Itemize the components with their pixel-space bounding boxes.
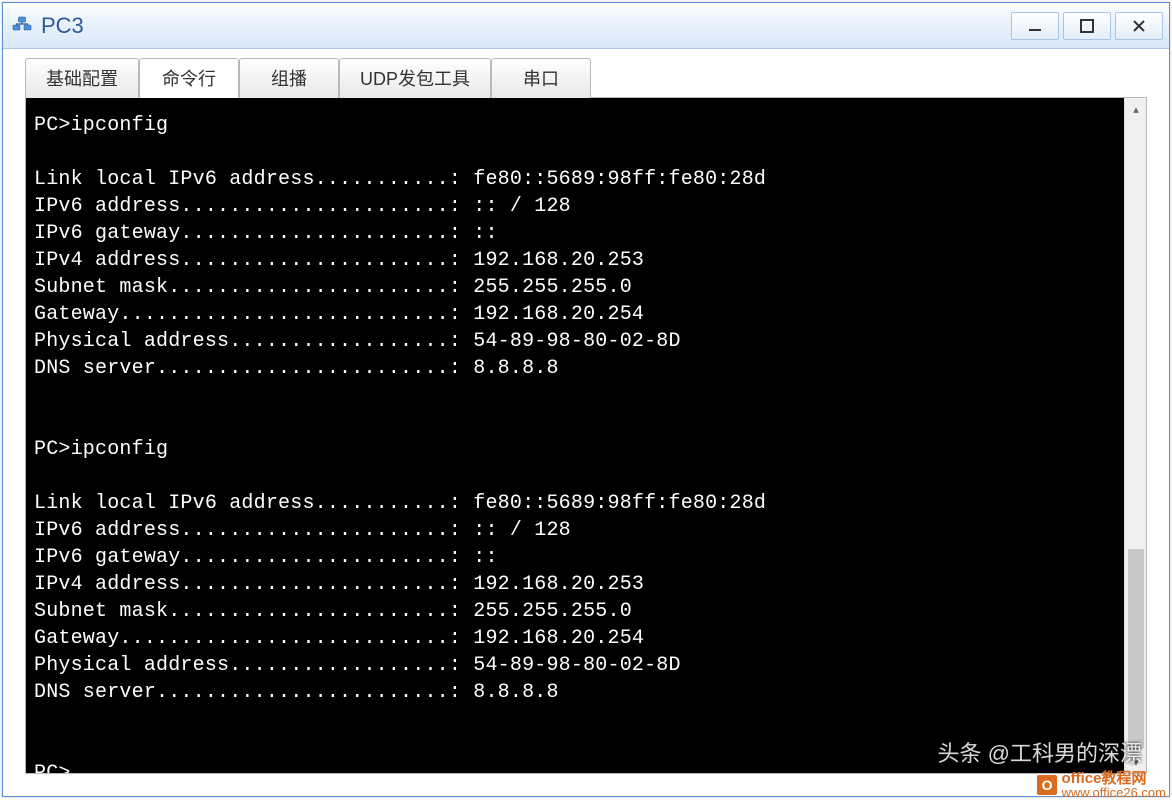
- tab-command-line[interactable]: 命令行: [139, 58, 239, 98]
- titlebar: PC3: [3, 3, 1169, 49]
- scrollbar[interactable]: ▴ ▾: [1124, 98, 1146, 773]
- close-button[interactable]: [1115, 12, 1163, 40]
- tab-multicast[interactable]: 组播: [239, 58, 339, 98]
- minimize-button[interactable]: [1011, 12, 1059, 40]
- scrollbar-down-button[interactable]: ▾: [1125, 751, 1147, 773]
- app-window: PC3 基础配置 命令行 组播 UDP发包工具 串口 PC>ipconfig L…: [2, 2, 1170, 797]
- scrollbar-up-button[interactable]: ▴: [1125, 98, 1147, 120]
- tab-basic-config[interactable]: 基础配置: [25, 58, 139, 98]
- tab-udp-tool[interactable]: UDP发包工具: [339, 58, 491, 98]
- tabs-wrapper: 基础配置 命令行 组播 UDP发包工具 串口: [3, 49, 1169, 97]
- tabs: 基础配置 命令行 组播 UDP发包工具 串口: [25, 57, 1147, 97]
- terminal-container: PC>ipconfig Link local IPv6 address.....…: [25, 97, 1147, 774]
- window-controls: [1011, 12, 1163, 40]
- terminal-output[interactable]: PC>ipconfig Link local IPv6 address.....…: [26, 98, 1124, 773]
- app-icon: [9, 13, 35, 39]
- tab-serial[interactable]: 串口: [491, 58, 591, 98]
- window-title: PC3: [41, 13, 1011, 39]
- maximize-button[interactable]: [1063, 12, 1111, 40]
- scrollbar-thumb[interactable]: [1128, 549, 1144, 749]
